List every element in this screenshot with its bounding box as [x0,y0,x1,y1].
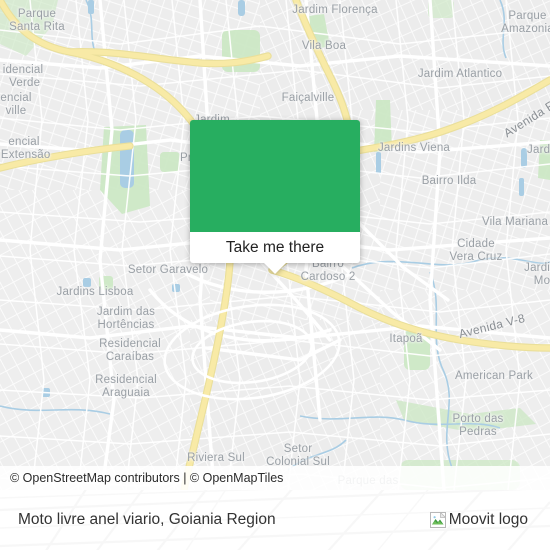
moovit-logo-alt-text: Moovit logo [448,511,528,528]
footer-bar: Moto livre anel viario, Goiania Region M… [0,490,550,550]
broken-image-icon [429,512,446,528]
popup-image-placeholder [190,120,360,232]
route-title: Moto livre anel viario, Goiania Region [18,511,276,528]
attribution-osm[interactable]: © OpenStreetMap contributors [10,471,180,485]
moovit-logo[interactable]: Moovit logo [429,511,528,529]
map-canvas[interactable]: Parque Santa Rita Jardim Florença Parque A… [0,0,550,490]
attribution-separator: | [179,471,190,485]
attribution-openmaptiles[interactable]: © OpenMapTiles [190,471,284,485]
popup-footer[interactable]: Take me there [190,232,360,263]
map-attribution: © OpenStreetMap contributors | © OpenMap… [0,466,550,490]
take-me-there-button[interactable]: Take me there [226,239,324,257]
popup-tail-arrow [264,263,286,274]
map-popup[interactable]: Take me there [190,120,360,274]
